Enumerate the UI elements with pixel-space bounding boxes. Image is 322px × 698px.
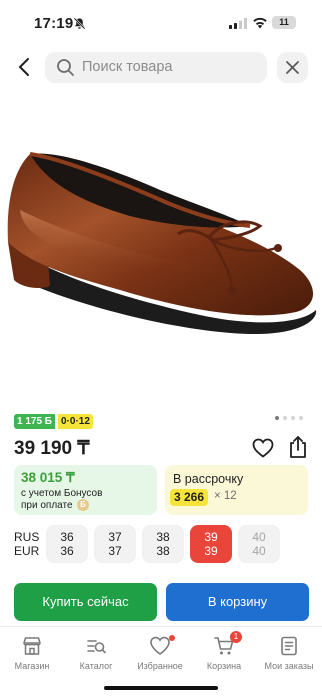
tab-orders[interactable]: Мои заказы xyxy=(257,635,321,673)
bonus-caption-line1: с учетом Бонусов xyxy=(21,488,103,499)
tab-cart[interactable]: 1 Корзина xyxy=(192,631,256,673)
size-chip[interactable]: 37 37 xyxy=(94,525,136,563)
bonus-price: 38 015 ₸ xyxy=(21,470,75,485)
tab-catalog[interactable]: Каталог xyxy=(64,635,128,673)
tab-label: Мои заказы xyxy=(264,661,314,671)
installment-title: В рассрочку xyxy=(173,472,244,486)
size-eur: 37 xyxy=(108,544,122,558)
size-rus: 37 xyxy=(108,530,122,544)
carousel-dots[interactable] xyxy=(275,416,309,422)
bell-off-icon xyxy=(73,17,86,30)
favorites-notification-dot xyxy=(169,635,175,641)
installment-multiplier: × 12 xyxy=(214,490,237,502)
size-chip-selected[interactable]: 39 39 xyxy=(190,525,232,563)
status-bar: 17:19 11 xyxy=(0,0,322,44)
size-eur: 39 xyxy=(204,544,218,558)
size-rus: 38 xyxy=(156,530,170,544)
tab-label: Избранное xyxy=(137,661,183,671)
size-label-eur: EUR xyxy=(14,544,40,558)
bonus-coin-icon: Б xyxy=(77,499,89,511)
carousel-dot[interactable] xyxy=(299,416,303,420)
size-chip[interactable]: 36 36 xyxy=(46,525,88,563)
carousel-dot[interactable] xyxy=(283,416,287,420)
orders-icon xyxy=(281,636,297,656)
size-chip[interactable]: 38 38 xyxy=(142,525,184,563)
search-icon xyxy=(57,59,74,76)
bonus-caption-line2: при оплате xyxy=(21,500,73,511)
size-system-labels: RUS EUR xyxy=(14,530,39,558)
size-rus: 36 xyxy=(60,530,74,544)
tab-shop[interactable]: Магазин xyxy=(0,635,64,673)
tab-label: Корзина xyxy=(206,661,242,671)
size-eur: 38 xyxy=(156,544,170,558)
battery-indicator: 11 xyxy=(272,16,296,29)
product-price: 39 190 ₸ xyxy=(14,438,90,459)
wifi-icon xyxy=(253,17,267,29)
carousel-dot[interactable] xyxy=(291,416,295,420)
battery-level: 11 xyxy=(279,17,289,27)
carousel-dot-active[interactable] xyxy=(275,416,279,420)
tab-favorites[interactable]: Избранное xyxy=(128,635,192,673)
search-input[interactable]: Поиск товара xyxy=(45,52,267,83)
add-to-cart-button[interactable]: В корзину xyxy=(166,583,309,621)
tab-label: Магазин xyxy=(14,661,50,671)
share-icon[interactable] xyxy=(287,435,309,459)
heart-icon xyxy=(150,636,170,656)
favorite-heart-icon[interactable] xyxy=(252,438,274,458)
status-time: 17:19 xyxy=(34,15,74,32)
installment-amount: 3 266 xyxy=(170,489,209,506)
size-eur: 40 xyxy=(252,544,266,558)
close-icon xyxy=(286,61,299,74)
bonus-price-card[interactable]: 38 015 ₸ с учетом Бонусов при оплате Б xyxy=(14,465,157,515)
back-button[interactable] xyxy=(14,56,36,78)
size-rus: 40 xyxy=(252,530,266,544)
tab-label: Каталог xyxy=(79,661,113,671)
product-image[interactable] xyxy=(0,130,322,350)
home-indicator[interactable] xyxy=(104,686,218,690)
size-eur: 36 xyxy=(60,544,74,558)
size-chip-unavailable[interactable]: 40 40 xyxy=(238,525,280,563)
bonus-badge: 1 175 Б xyxy=(14,414,55,429)
buy-now-button[interactable]: Купить сейчас xyxy=(14,583,157,621)
size-label-rus: RUS xyxy=(14,530,40,544)
size-rus: 39 xyxy=(204,530,218,544)
catalog-icon xyxy=(87,640,106,654)
shop-icon xyxy=(23,637,41,655)
installment-card[interactable]: В рассрочку 3 266 × 12 xyxy=(165,465,308,515)
cart-count-badge: 1 xyxy=(230,631,242,643)
signal-icon xyxy=(229,18,247,29)
search-placeholder: Поиск товара xyxy=(82,59,173,75)
close-button[interactable] xyxy=(277,52,308,83)
installment-badge: 0·0·12 xyxy=(58,414,93,429)
